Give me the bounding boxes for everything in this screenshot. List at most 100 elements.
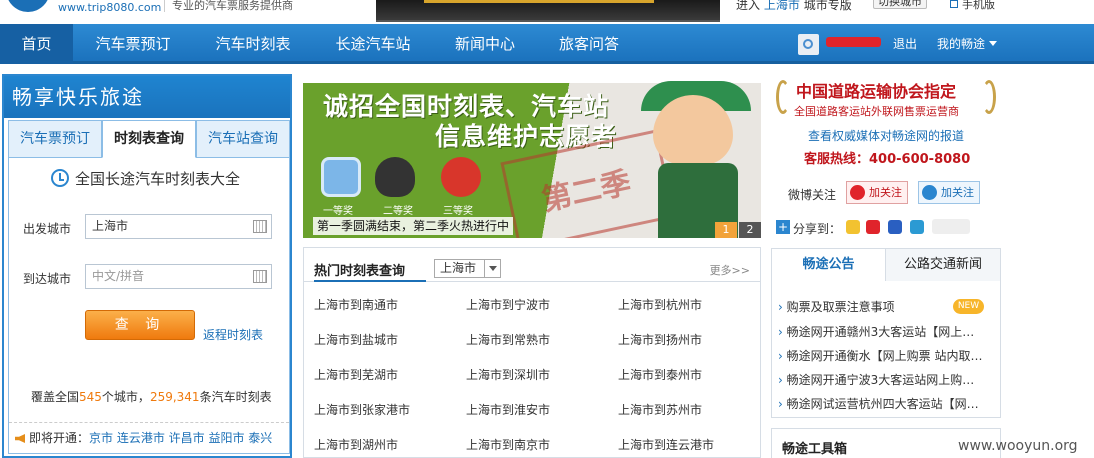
city-prefix: 进入 (736, 0, 761, 12)
search-tabs: 汽车票预订 时刻表查询 汽车站查询 (8, 120, 290, 158)
city-picker-icon[interactable] (253, 220, 267, 233)
prize-label-3: 三等奖 (443, 206, 473, 217)
main-nav: 首页 汽车票预订 汽车时刻表 长途汽车站 新闻中心 旅客问答 退出 我的畅途 (0, 24, 1094, 64)
timetable-search-panel: 畅享快乐旅途 汽车票预订 时刻表查询 汽车站查询 全国长途汽车时刻表大全 出发城… (2, 74, 292, 458)
site-url[interactable]: www.trip8080.com (58, 1, 161, 14)
banner-page-2[interactable]: 2 (739, 222, 761, 238)
more-link[interactable]: 更多>> (710, 262, 750, 278)
weibo-follow-button[interactable]: 加关注 (846, 181, 908, 204)
top-bar: www.trip8080.com 专业的汽车票服务提供商 进入 上海市 城市专版… (0, 0, 1094, 24)
my-account-label: 我的畅途 (937, 37, 986, 51)
mobile-icon (950, 0, 958, 8)
top-ad-banner[interactable] (376, 0, 720, 22)
divider (164, 0, 165, 12)
hot-header: 热门时刻表查询 上海市 更多>> (304, 248, 760, 282)
to-city-input[interactable]: 中文/拼音 (85, 264, 272, 289)
tab-announcements[interactable]: 畅途公告 (772, 249, 886, 281)
route-link[interactable]: 上海市到南通市 (314, 296, 398, 313)
coverage-mid: 个城市， (101, 390, 150, 404)
nav-ticket-booking[interactable]: 汽车票预订 (78, 24, 188, 64)
weibo-label: 微博关注 (788, 188, 837, 202)
logo[interactable] (6, 0, 50, 12)
hot-timetable-box: 热门时刻表查询 上海市 更多>> 上海市到南通市 上海市到宁波市 上海市到杭州市… (303, 247, 761, 458)
prize-label-2: 二等奖 (383, 206, 413, 217)
nav-timetable[interactable]: 汽车时刻表 (198, 24, 308, 64)
opening-label: 即将开通： (29, 431, 90, 445)
notice-box: 畅途公告 公路交通新闻 购票及取票注意事项 NEW 畅途网开通赣州3大客运站【网… (771, 248, 1001, 418)
form-title: 全国长途汽车时刻表大全 (75, 170, 241, 188)
weibo-follow-label: 加关注 (869, 186, 902, 199)
stamp-text: 第二季 (538, 165, 635, 219)
weibo-share-icon[interactable] (866, 220, 880, 234)
city-edition: 进入 上海市 城市专版 (736, 0, 852, 13)
chevron-down-icon (989, 41, 998, 46)
association-title: 中国道路运输协会指定 (796, 82, 957, 101)
share-plus-icon[interactable]: + (776, 220, 790, 234)
switch-city-button[interactable]: 切换城市 (873, 0, 927, 9)
clock-icon (51, 169, 69, 187)
toolbox-title: 畅途工具箱 (782, 442, 848, 457)
user-avatar-ring (803, 39, 813, 49)
current-city: 上海市 (763, 0, 800, 12)
route-link[interactable]: 上海市到连云港市 (618, 436, 714, 453)
route-link[interactable]: 上海市到杭州市 (618, 296, 702, 313)
chevron-down-icon (484, 260, 500, 277)
nav-qa[interactable]: 旅客问答 (542, 24, 636, 64)
share-label: 分享到： (793, 222, 842, 236)
to-city-placeholder: 中文/拼音 (92, 269, 145, 283)
city-select[interactable]: 上海市 (434, 259, 501, 278)
nav-bus-stations[interactable]: 长途汽车站 (318, 24, 428, 64)
baidu-share-icon[interactable] (888, 220, 902, 234)
notice-item[interactable]: 畅途网开通宁波3大客运站网上购… (778, 371, 992, 388)
from-city-input[interactable]: 上海市 (85, 214, 272, 239)
association-subtitle: 全国道路客运站外联网售票运营商 (794, 105, 959, 118)
search-form: 全国长途汽车时刻表大全 出发城市 上海市 到达城市 中文/拼音 查 询 返程时刻… (8, 158, 290, 454)
notice-item[interactable]: 畅途网试运营杭州四大客运站【网… (778, 395, 992, 412)
speaker-icon (15, 434, 25, 443)
route-link[interactable]: 上海市到扬州市 (618, 331, 702, 348)
tencent-share-icon[interactable] (910, 220, 924, 234)
city-count: 545 (79, 390, 102, 404)
coverage-suffix: 条汽车时刻表 (199, 390, 272, 404)
mouse-prize-icon (375, 157, 415, 197)
user-avatar-icon[interactable] (798, 34, 819, 55)
laurel-right-icon (982, 80, 996, 114)
route-link[interactable]: 上海市到泰州市 (618, 366, 702, 383)
route-link[interactable]: 上海市到张家港市 (314, 401, 410, 418)
qq-follow-button[interactable]: 加关注 (918, 181, 980, 204)
route-link[interactable]: 上海市到南京市 (466, 436, 550, 453)
qzone-share-icon[interactable] (846, 220, 860, 234)
route-link[interactable]: 上海市到宁波市 (466, 296, 550, 313)
my-account-menu[interactable]: 我的畅途 (937, 24, 998, 64)
promo-banner[interactable]: 诚招全国时刻表、汽车站 信息维护志愿者 一等奖 二等奖 三等奖 第二季 第一季圆… (303, 75, 761, 238)
route-link[interactable]: 上海市到常熟市 (466, 331, 550, 348)
from-city-value: 上海市 (92, 219, 129, 233)
coverage-stats: 覆盖全国545个城市，259,341条汽车时刻表 (31, 388, 272, 405)
ipod-prize-icon (321, 157, 361, 197)
tab-timetable-query[interactable]: 时刻表查询 (102, 120, 196, 158)
tab-road-news[interactable]: 公路交通新闻 (886, 249, 1000, 281)
banner-page-1[interactable]: 1 (715, 222, 737, 238)
route-link[interactable]: 上海市到芜湖市 (314, 366, 398, 383)
route-link[interactable]: 上海市到苏州市 (618, 401, 702, 418)
mobile-link[interactable]: 手机版 (950, 0, 995, 12)
opening-cities[interactable]: 京市 连云港市 许昌市 益阳市 泰兴 (89, 431, 272, 445)
notice-tabs: 畅途公告 公路交通新闻 (772, 249, 1000, 281)
hot-title: 热门时刻表查询 (314, 260, 427, 282)
route-link[interactable]: 上海市到湖州市 (314, 436, 398, 453)
city-picker-icon[interactable] (253, 270, 267, 283)
tab-station-query[interactable]: 汽车站查询 (196, 120, 290, 158)
route-link[interactable]: 上海市到淮安市 (466, 401, 550, 418)
route-link[interactable]: 上海市到深圳市 (466, 366, 550, 383)
nav-home[interactable]: 首页 (0, 24, 73, 64)
return-timetable-link[interactable]: 返程时刻表 (203, 326, 263, 343)
logout-link[interactable]: 退出 (893, 24, 917, 64)
notice-item[interactable]: 畅途网开通衡水【网上购票 站内取… (778, 347, 992, 364)
tab-ticket-booking[interactable]: 汽车票预订 (8, 120, 102, 158)
nav-news[interactable]: 新闻中心 (438, 24, 532, 64)
route-link[interactable]: 上海市到盐城市 (314, 331, 398, 348)
upcoming-cities: 即将开通：京市 连云港市 许昌市 益阳市 泰兴 (9, 422, 289, 454)
query-button[interactable]: 查 询 (85, 310, 195, 340)
notice-item[interactable]: 畅途网开通赣州3大客运站【网上… (778, 323, 992, 340)
media-report-link[interactable]: 查看权威媒体对畅途网的报道 (808, 127, 964, 144)
